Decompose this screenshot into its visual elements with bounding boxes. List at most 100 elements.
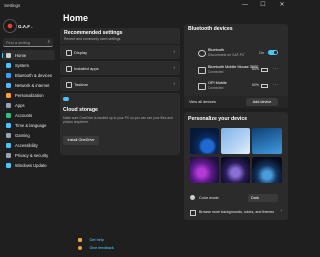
sidebar-item-accessibility[interactable]: Accessibility — [2, 140, 55, 150]
device-row-mouse[interactable]: Bluetooth Mobile Mouse 3600 Connected 80… — [188, 63, 284, 77]
browse-themes-row[interactable]: Browse more backgrounds, colors, and the… — [188, 207, 284, 217]
sidebar-item-accounts[interactable]: Accounts — [2, 110, 55, 120]
person-icon — [6, 112, 11, 118]
wifi-icon — [6, 82, 11, 88]
home-icon — [6, 52, 11, 58]
sidebar-item-apps[interactable]: Apps — [2, 100, 55, 110]
shield-icon — [6, 152, 11, 158]
search-icon: ⌕ — [47, 39, 50, 44]
theme-grid — [190, 128, 282, 184]
device-row-phone[interactable]: OPI Mobile Connected 60% ⋯ — [188, 79, 284, 93]
give-feedback-link[interactable]: Give feedback — [78, 239, 114, 257]
bluetooth-icon — [198, 50, 206, 57]
brush-icon — [6, 92, 11, 98]
maximize-button[interactable]: ☐ — [256, 0, 270, 10]
sidebar-item-privacy-security[interactable]: Privacy & security — [2, 150, 55, 160]
sidebar-item-label: Personalization — [15, 92, 44, 98]
theme-thumbnail[interactable] — [221, 157, 250, 183]
recommended-subtitle: Recent and commonly used settings — [64, 37, 121, 41]
sidebar-item-label: Accessibility — [15, 142, 38, 148]
bluetooth-title: Bluetooth devices — [188, 26, 233, 32]
sidebar-nav: Home System Bluetooth & devices Network & i… — [2, 50, 55, 170]
title-bar: Settings — ☐ ✕ — [0, 0, 294, 14]
battery-level: 60% — [252, 83, 260, 87]
device-status: Discoverable as 'GAF-PC' — [208, 52, 245, 57]
sidebar-item-label: Windows Update — [15, 162, 47, 168]
device-name: OPI Mobile — [208, 80, 227, 85]
taskbar-icon — [66, 82, 72, 88]
theme-thumbnail[interactable] — [252, 128, 282, 154]
theme-thumbnail[interactable] — [190, 128, 219, 154]
feedback-icon — [78, 245, 82, 250]
toggle-label: On — [259, 50, 264, 55]
phone-icon — [198, 83, 206, 90]
personalize-title: Personalize your device — [188, 116, 248, 122]
search-input[interactable]: Find a setting ⌕ — [3, 38, 53, 47]
refresh-icon — [6, 162, 11, 168]
theme-thumbnail[interactable] — [221, 128, 250, 154]
sidebar-item-personalization[interactable]: Personalization — [2, 90, 55, 100]
add-device-button[interactable]: Add device — [246, 98, 278, 106]
battery-icon — [261, 67, 268, 72]
sidebar-item-network-internet[interactable]: Network & internet — [2, 80, 55, 90]
battery-icon — [261, 83, 268, 88]
row-label: Installed apps — [74, 65, 99, 71]
sidebar-item-label: Accounts — [15, 112, 33, 118]
close-button[interactable]: ✕ — [275, 0, 289, 10]
chevron-right-icon: › — [173, 48, 175, 55]
install-onedrive-button[interactable]: Install OneDrive — [63, 136, 99, 145]
bluetooth-toggle[interactable] — [268, 50, 278, 55]
monitor-icon — [6, 62, 11, 68]
theme-thumbnail[interactable] — [190, 157, 219, 183]
color-mode-dropdown[interactable]: Dark — [248, 193, 278, 202]
gamepad-icon — [6, 132, 11, 138]
recommended-title: Recommended settings — [64, 30, 123, 36]
sidebar-item-label: Bluetooth & devices — [15, 72, 53, 78]
recommended-row-taskbar[interactable]: Taskbar › — [60, 77, 180, 91]
globe-clock-icon — [6, 122, 11, 128]
device-status: Connected — [208, 69, 224, 74]
sidebar-item-label: Gaming — [15, 132, 30, 138]
sidebar-item-label: System — [15, 62, 29, 68]
bluetooth-footer: View all devices Add device — [184, 96, 288, 108]
accessibility-icon — [6, 142, 11, 148]
theme-thumbnail[interactable] — [252, 157, 282, 183]
apps-list-icon — [66, 66, 72, 72]
search-placeholder: Find a setting — [6, 39, 31, 45]
device-name: Bluetooth — [208, 47, 225, 52]
minimize-button[interactable]: — — [238, 0, 252, 10]
sidebar-item-system[interactable]: System — [2, 60, 55, 70]
sidebar-item-gaming[interactable]: Gaming — [2, 130, 55, 140]
page-title: Home — [63, 13, 89, 23]
view-all-devices-link[interactable]: View all devices — [189, 100, 216, 104]
chevron-right-icon: › — [173, 64, 175, 71]
cloud-storage-title: Cloud storage — [63, 107, 98, 113]
sidebar-item-windows-update[interactable]: Windows Update — [2, 160, 55, 170]
avatar[interactable] — [3, 19, 17, 33]
give-feedback-label: Give feedback — [89, 245, 114, 250]
bluetooth-icon — [6, 72, 11, 78]
row-label: Taskbar — [74, 81, 89, 87]
themes-icon — [190, 209, 196, 216]
sidebar-item-home[interactable]: Home — [2, 50, 55, 60]
browse-themes-label: Browse more backgrounds, colors, and the… — [199, 209, 275, 214]
sidebar-item-bluetooth-devices[interactable]: Bluetooth & devices — [2, 70, 55, 80]
sidebar-item-label: Network & internet — [15, 82, 50, 88]
sidebar-item-label: Privacy & security — [15, 152, 49, 158]
profile-name: G.A.F . — [18, 24, 33, 29]
sidebar-item-time-language[interactable]: Time & language — [2, 120, 55, 130]
display-icon — [66, 50, 72, 56]
sidebar: G.A.F . Find a setting ⌕ Home System Bluet… — [0, 14, 57, 250]
color-mode-label: Color mode — [199, 195, 219, 200]
battery-level: 80% — [252, 67, 260, 71]
recommended-row-installed-apps[interactable]: Installed apps › — [60, 61, 180, 75]
device-name: Bluetooth Mobile Mouse 3600 — [208, 64, 259, 69]
sidebar-item-label: Apps — [15, 102, 25, 108]
apps-icon — [6, 102, 11, 108]
recommended-row-display[interactable]: Display › — [60, 45, 180, 59]
color-mode-row: Color mode Dark — [188, 192, 284, 204]
app-title: Settings — [4, 3, 21, 8]
more-icon[interactable]: ⋯ — [273, 66, 278, 72]
more-icon[interactable]: ⋯ — [273, 82, 278, 88]
recommended-card: Recommended settings Recent and commonly… — [60, 28, 180, 44]
